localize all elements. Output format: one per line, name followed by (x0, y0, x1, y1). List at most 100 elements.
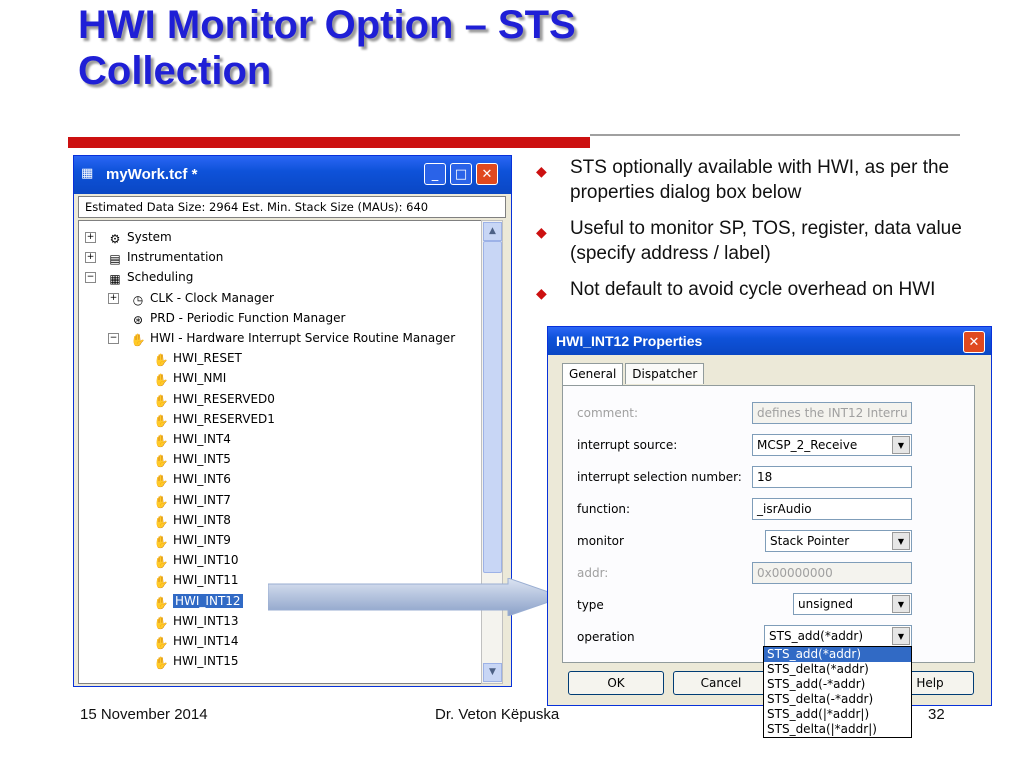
chevron-down-icon[interactable]: ▼ (892, 595, 910, 613)
tree-item-label: HWI_INT9 (173, 533, 231, 547)
bullet-item: ◆ STS optionally available with HWI, as p… (536, 157, 950, 203)
scroll-up-arrow-icon[interactable]: ▲ (483, 222, 502, 241)
expand-icon[interactable]: + (108, 292, 119, 304)
footer-author: Dr. Veton Këpuska (435, 706, 560, 723)
footer-date: 15 November 2014 (80, 706, 208, 723)
tree-item[interactable]: ✋ HWI_INT11 (153, 570, 239, 590)
operation-select[interactable]: STS_add(*addr) ▼ (764, 625, 912, 647)
tab-general[interactable]: General (562, 363, 624, 386)
diamond-bullet-icon: ◆ (536, 285, 547, 301)
scroll-down-arrow-icon[interactable]: ▼ (483, 663, 502, 682)
maximize-button[interactable]: □ (450, 163, 472, 185)
operation-option[interactable]: STS_delta(*addr) (764, 662, 911, 677)
close-button[interactable]: ✕ (476, 163, 498, 185)
operation-option[interactable]: STS_delta(|*addr|) (764, 722, 911, 737)
tree-item[interactable]: − ▦ Scheduling (85, 267, 194, 287)
ok-button[interactable]: OK (568, 671, 664, 695)
chevron-down-icon[interactable]: ▼ (892, 532, 910, 550)
slide-title-line1: HWI Monitor Option – STS (78, 3, 576, 47)
tree-item-label: Scheduling (127, 270, 194, 285)
dialog-tabs: General Dispatcher (562, 363, 706, 386)
tree-item[interactable]: ✋ HWI_NMI (153, 368, 227, 388)
collapse-icon[interactable]: − (85, 272, 96, 284)
tree-item[interactable]: ⊛ PRD - Periodic Function Manager (130, 308, 345, 328)
hand-icon: ✋ (153, 454, 169, 469)
function-field[interactable]: _isrAudio (752, 498, 912, 520)
chevron-down-icon[interactable]: ▼ (892, 627, 910, 645)
periodic-icon: ⊛ (132, 312, 144, 327)
operation-option[interactable]: STS_add(|*addr|) (764, 707, 911, 722)
tree-item-label: HWI_INT13 (173, 613, 239, 628)
cancel-button[interactable]: Cancel (673, 671, 769, 695)
dialog-titlebar[interactable]: HWI_INT12 Properties ✕ (548, 327, 991, 355)
clock-icon: ◷ (132, 292, 144, 307)
tree-item-label: CLK - Clock Manager (150, 290, 274, 305)
hand-icon: ✋ (153, 535, 169, 549)
tab-dispatcher[interactable]: Dispatcher (625, 363, 705, 384)
collapse-icon[interactable]: − (108, 333, 119, 344)
hand-icon: ✋ (153, 514, 169, 529)
tree-item[interactable]: ✋ HWI_INT6 (153, 469, 231, 489)
tree-item[interactable]: + ⚙ System (85, 227, 172, 247)
hand-icon: ✋ (153, 353, 169, 368)
tree-item[interactable]: ✋ HWI_RESET (153, 348, 242, 368)
slide-title-line2: Collection (78, 49, 272, 93)
chevron-down-icon[interactable]: ▼ (892, 436, 910, 454)
tree-item-label: HWI_INT8 (173, 512, 231, 527)
tree-item[interactable]: + ▤ Instrumentation (85, 247, 223, 267)
size-status: Estimated Data Size: 2964 Est. Min. Stac… (78, 196, 506, 218)
tree-item[interactable]: − ✋ HWI - Hardware Interrupt Service Routi… (108, 328, 455, 348)
tree-item-label: HWI_INT10 (173, 553, 239, 568)
window-titlebar[interactable]: ▦ myWork.tcf * _ □ ✕ (74, 156, 511, 194)
selnum-field[interactable]: 18 (752, 466, 912, 488)
pointer-arrow (268, 578, 563, 616)
dialog-title: HWI_INT12 Properties (556, 333, 703, 349)
operation-option[interactable]: STS_add(-*addr) (764, 677, 911, 692)
scroll-thumb[interactable] (483, 241, 502, 573)
hand-icon: ✋ (153, 575, 169, 590)
addr-label: addr: (577, 566, 609, 580)
tree-item[interactable]: ✋ HWI_INT12 (153, 591, 243, 611)
tree-item-label: HWI_INT5 (173, 452, 231, 467)
comment-label: comment: (577, 406, 639, 420)
tree-item[interactable]: ✋ HWI_INT7 (153, 490, 231, 510)
tree-item[interactable]: + ◷ CLK - Clock Manager (108, 288, 274, 308)
title-underline-gray (590, 134, 960, 136)
hand-icon: ✋ (153, 494, 169, 509)
type-select[interactable]: unsigned ▼ (793, 593, 912, 615)
selnum-label: interrupt selection number: (577, 470, 742, 484)
operation-option[interactable]: STS_add(*addr) (764, 647, 911, 662)
hand-icon: ✋ (153, 413, 169, 428)
bullet-item: ◆ Useful to monitor SP, TOS, register, da… (536, 218, 962, 264)
tree-item[interactable]: ✋ HWI_INT9 (153, 530, 231, 550)
tree-item[interactable]: ✋ HWI_INT10 (153, 550, 239, 570)
tree-item-label: HWI_INT7 (173, 492, 231, 507)
tree-item[interactable]: ✋ HWI_RESERVED1 (153, 409, 275, 429)
tree-item-label: PRD - Periodic Function Manager (150, 310, 346, 325)
expand-icon[interactable]: + (85, 232, 96, 243)
tree-item[interactable]: ✋ HWI_INT14 (153, 631, 239, 651)
tree-item[interactable]: ✋ HWI_INT15 (153, 651, 239, 671)
source-select[interactable]: MCSP_2_Receive ▼ (752, 434, 912, 456)
tree-item[interactable]: ✋ HWI_INT5 (153, 449, 231, 469)
hand-icon: ✋ (153, 373, 169, 388)
scheduling-icon: ▦ (109, 272, 121, 287)
tree-item-label: HWI_RESERVED0 (173, 391, 275, 406)
dialog-close-button[interactable]: ✕ (963, 331, 985, 353)
operation-option[interactable]: STS_delta(-*addr) (764, 692, 911, 707)
operation-label: operation (577, 630, 635, 644)
tree-item-label: System (127, 230, 172, 244)
tree-item-label: HWI_INT6 (173, 472, 231, 487)
tree-item[interactable]: ✋ HWI_INT8 (153, 510, 231, 530)
bullet-list: ◆ STS optionally available with HWI, as p… (534, 155, 1014, 313)
tree-item[interactable]: ✋ HWI_INT13 (153, 611, 239, 631)
instrumentation-icon: ▤ (109, 252, 121, 267)
monitor-select[interactable]: Stack Pointer ▼ (765, 530, 912, 552)
tree-item[interactable]: ✋ HWI_RESERVED0 (153, 389, 275, 409)
tree-item[interactable]: ✋ HWI_INT4 (153, 429, 231, 449)
operation-dropdown-list[interactable]: STS_add(*addr) STS_delta(*addr) STS_add(-*… (763, 646, 912, 738)
minimize-button[interactable]: _ (424, 163, 446, 185)
expand-icon[interactable]: + (85, 252, 96, 264)
addr-field: 0x00000000 (752, 562, 912, 584)
footer-page-number: 32 (928, 706, 945, 723)
